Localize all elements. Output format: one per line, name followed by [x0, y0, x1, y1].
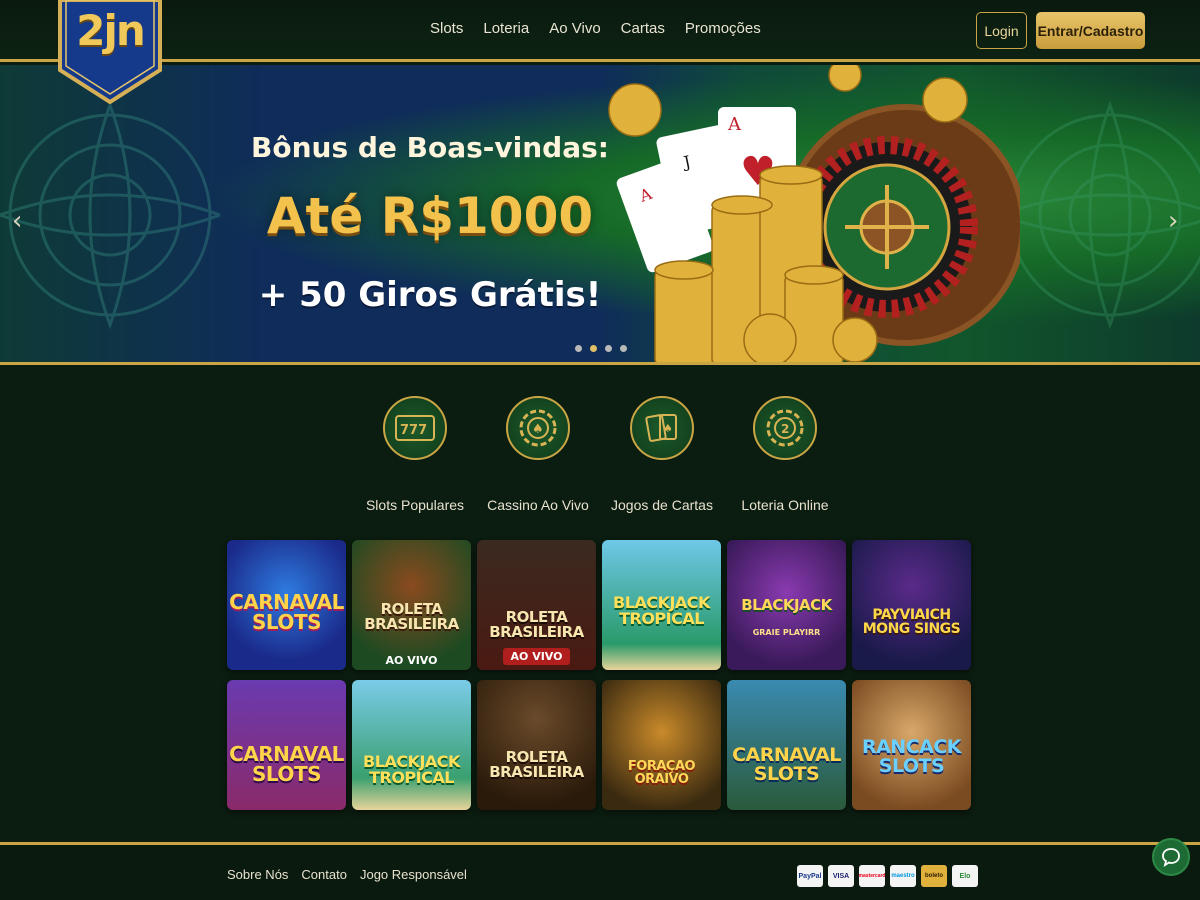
chat-support-button[interactable]	[1152, 838, 1190, 876]
footer-links: Sobre Nós Contato Jogo Responsável	[227, 867, 467, 882]
footer-link-jogo-responsavel[interactable]: Jogo Responsável	[360, 867, 467, 882]
nav-promocoes[interactable]: Promoções	[685, 20, 761, 37]
game-tile[interactable]: BLACKJACK TROPICAL	[352, 680, 471, 810]
game-live-tag: AO VIVO	[502, 648, 571, 665]
banner-next-arrow[interactable]: ›	[1168, 208, 1178, 234]
game-tile[interactable]: ROLETA BRASILEIRA AO VIVO	[477, 540, 596, 670]
carousel-dot-1[interactable]	[575, 345, 582, 352]
paypal-icon: PayPal	[797, 865, 823, 887]
category-label: Cassino Ao Vivo	[487, 497, 589, 513]
game-title: PAYVIAICH MONG SINGS	[862, 607, 961, 637]
main-nav: Slots Loteria Ao Vivo Cartas Promoções	[430, 20, 761, 37]
carousel-dot-2[interactable]	[590, 345, 597, 352]
game-title: ROLETA BRASILEIRA	[364, 600, 459, 633]
category-label: Slots Populares	[365, 497, 465, 513]
mastercard-icon: mastercard	[859, 865, 885, 887]
game-title: BLACKJACK	[741, 596, 832, 614]
game-title: ROLETA BRASILEIRA	[489, 748, 584, 781]
svg-text:777: 777	[400, 423, 427, 438]
visa-icon: VISA	[828, 865, 854, 887]
game-tile[interactable]: PAYVIAICH MONG SINGS	[852, 540, 971, 670]
boleto-icon: boleto	[921, 865, 947, 887]
nav-loteria[interactable]: Loteria	[483, 20, 529, 37]
category-label: Jogos de Cartas	[611, 497, 713, 513]
footer-link-sobre-nos[interactable]: Sobre Nós	[227, 867, 288, 882]
game-tile[interactable]: ROLETA BRASILEIRA	[477, 680, 596, 810]
banner-amount: Até R$1000	[266, 187, 594, 245]
svg-text:A: A	[727, 114, 742, 135]
game-tile[interactable]: RANCACK SLOTS	[852, 680, 971, 810]
playing-cards-icon: ♠	[630, 396, 694, 460]
game-subtitle: GRAIE PLAYIRR	[752, 628, 821, 637]
game-live-tag: AO VIVO	[385, 654, 438, 667]
game-title: BLACKJACK TROPICAL	[613, 593, 710, 628]
logo[interactable]: 2jn	[56, 0, 164, 104]
lottery-ball-icon: 2	[753, 396, 817, 460]
slot-machine-icon: 777	[383, 396, 447, 460]
game-title: RANCACK SLOTS	[861, 736, 962, 777]
svg-text:♠: ♠	[532, 422, 544, 437]
game-title: FORAÇAO ORAIVO	[627, 759, 696, 787]
ornament-pattern-left	[0, 100, 220, 330]
category-jogos-de-cartas[interactable]: ♠ Jogos de Cartas	[597, 396, 727, 513]
banner-headline: Bônus de Boas-vindas:	[251, 131, 609, 164]
footer-link-contato[interactable]: Contato	[301, 867, 347, 882]
game-title: ROLETA BRASILEIRA	[489, 608, 584, 641]
casino-illustration: A ♥ J A	[608, 65, 1020, 362]
chat-bubble-icon	[1162, 848, 1180, 867]
nav-ao-vivo[interactable]: Ao Vivo	[549, 20, 600, 37]
svg-text:♠: ♠	[663, 422, 673, 435]
login-button[interactable]: Login	[976, 12, 1027, 49]
category-row: 777 Slots Populares ♠ Cassino Ao Vivo ♠ …	[0, 396, 1200, 520]
game-tile[interactable]: FORAÇAO ORAIVO	[602, 680, 721, 810]
game-title: CARNAVAL SLOTS	[229, 590, 344, 634]
game-tile[interactable]: CARNAVAL SLOTS	[227, 540, 346, 670]
site-header: 2jn Slots Loteria Ao Vivo Cartas Promoçõ…	[0, 0, 1200, 104]
category-slots-populares[interactable]: 777 Slots Populares	[350, 396, 480, 513]
promo-banner: Bônus de Boas-vindas: Até R$1000 + 50 Gi…	[0, 65, 1200, 365]
nav-slots[interactable]: Slots	[430, 20, 463, 37]
game-tile[interactable]: CARNAVAL SLOTS	[727, 680, 846, 810]
category-label: Loteria Online	[741, 497, 829, 513]
svg-text:2: 2	[781, 422, 789, 436]
elo-icon: Elo	[952, 865, 978, 887]
banner-free-spins: + 50 Giros Grátis!	[258, 275, 602, 315]
carousel-dot-3[interactable]	[605, 345, 612, 352]
carousel-dots	[575, 345, 627, 352]
maestro-icon: maestro	[890, 865, 916, 887]
category-cassino-ao-vivo[interactable]: ♠ Cassino Ao Vivo	[473, 396, 603, 513]
carousel-dot-4[interactable]	[620, 345, 627, 352]
game-tile[interactable]: CARNAVAL SLOTS	[227, 680, 346, 810]
game-title: CARNAVAL SLOTS	[732, 744, 841, 785]
payment-methods: PayPal VISA mastercard maestro boleto El…	[797, 865, 978, 887]
logo-text: 2jn	[76, 6, 146, 55]
game-title: CARNAVAL SLOTS	[229, 742, 344, 786]
signup-button[interactable]: Entrar/Cadastro	[1036, 12, 1145, 49]
game-tile[interactable]: BLACKJACK GRAIE PLAYIRR	[727, 540, 846, 670]
banner-prev-arrow[interactable]: ‹	[12, 208, 22, 234]
game-title: BLACKJACK TROPICAL	[363, 752, 460, 787]
category-loteria-online[interactable]: 2 Loteria Online	[720, 396, 850, 513]
game-tile[interactable]: BLACKJACK TROPICAL	[602, 540, 721, 670]
site-footer: Sobre Nós Contato Jogo Responsável PayPa…	[0, 842, 1200, 900]
nav-cartas[interactable]: Cartas	[621, 20, 665, 37]
poker-chip-icon: ♠	[506, 396, 570, 460]
game-tile[interactable]: ROLETA BRASILEIRA AO VIVO	[352, 540, 471, 670]
